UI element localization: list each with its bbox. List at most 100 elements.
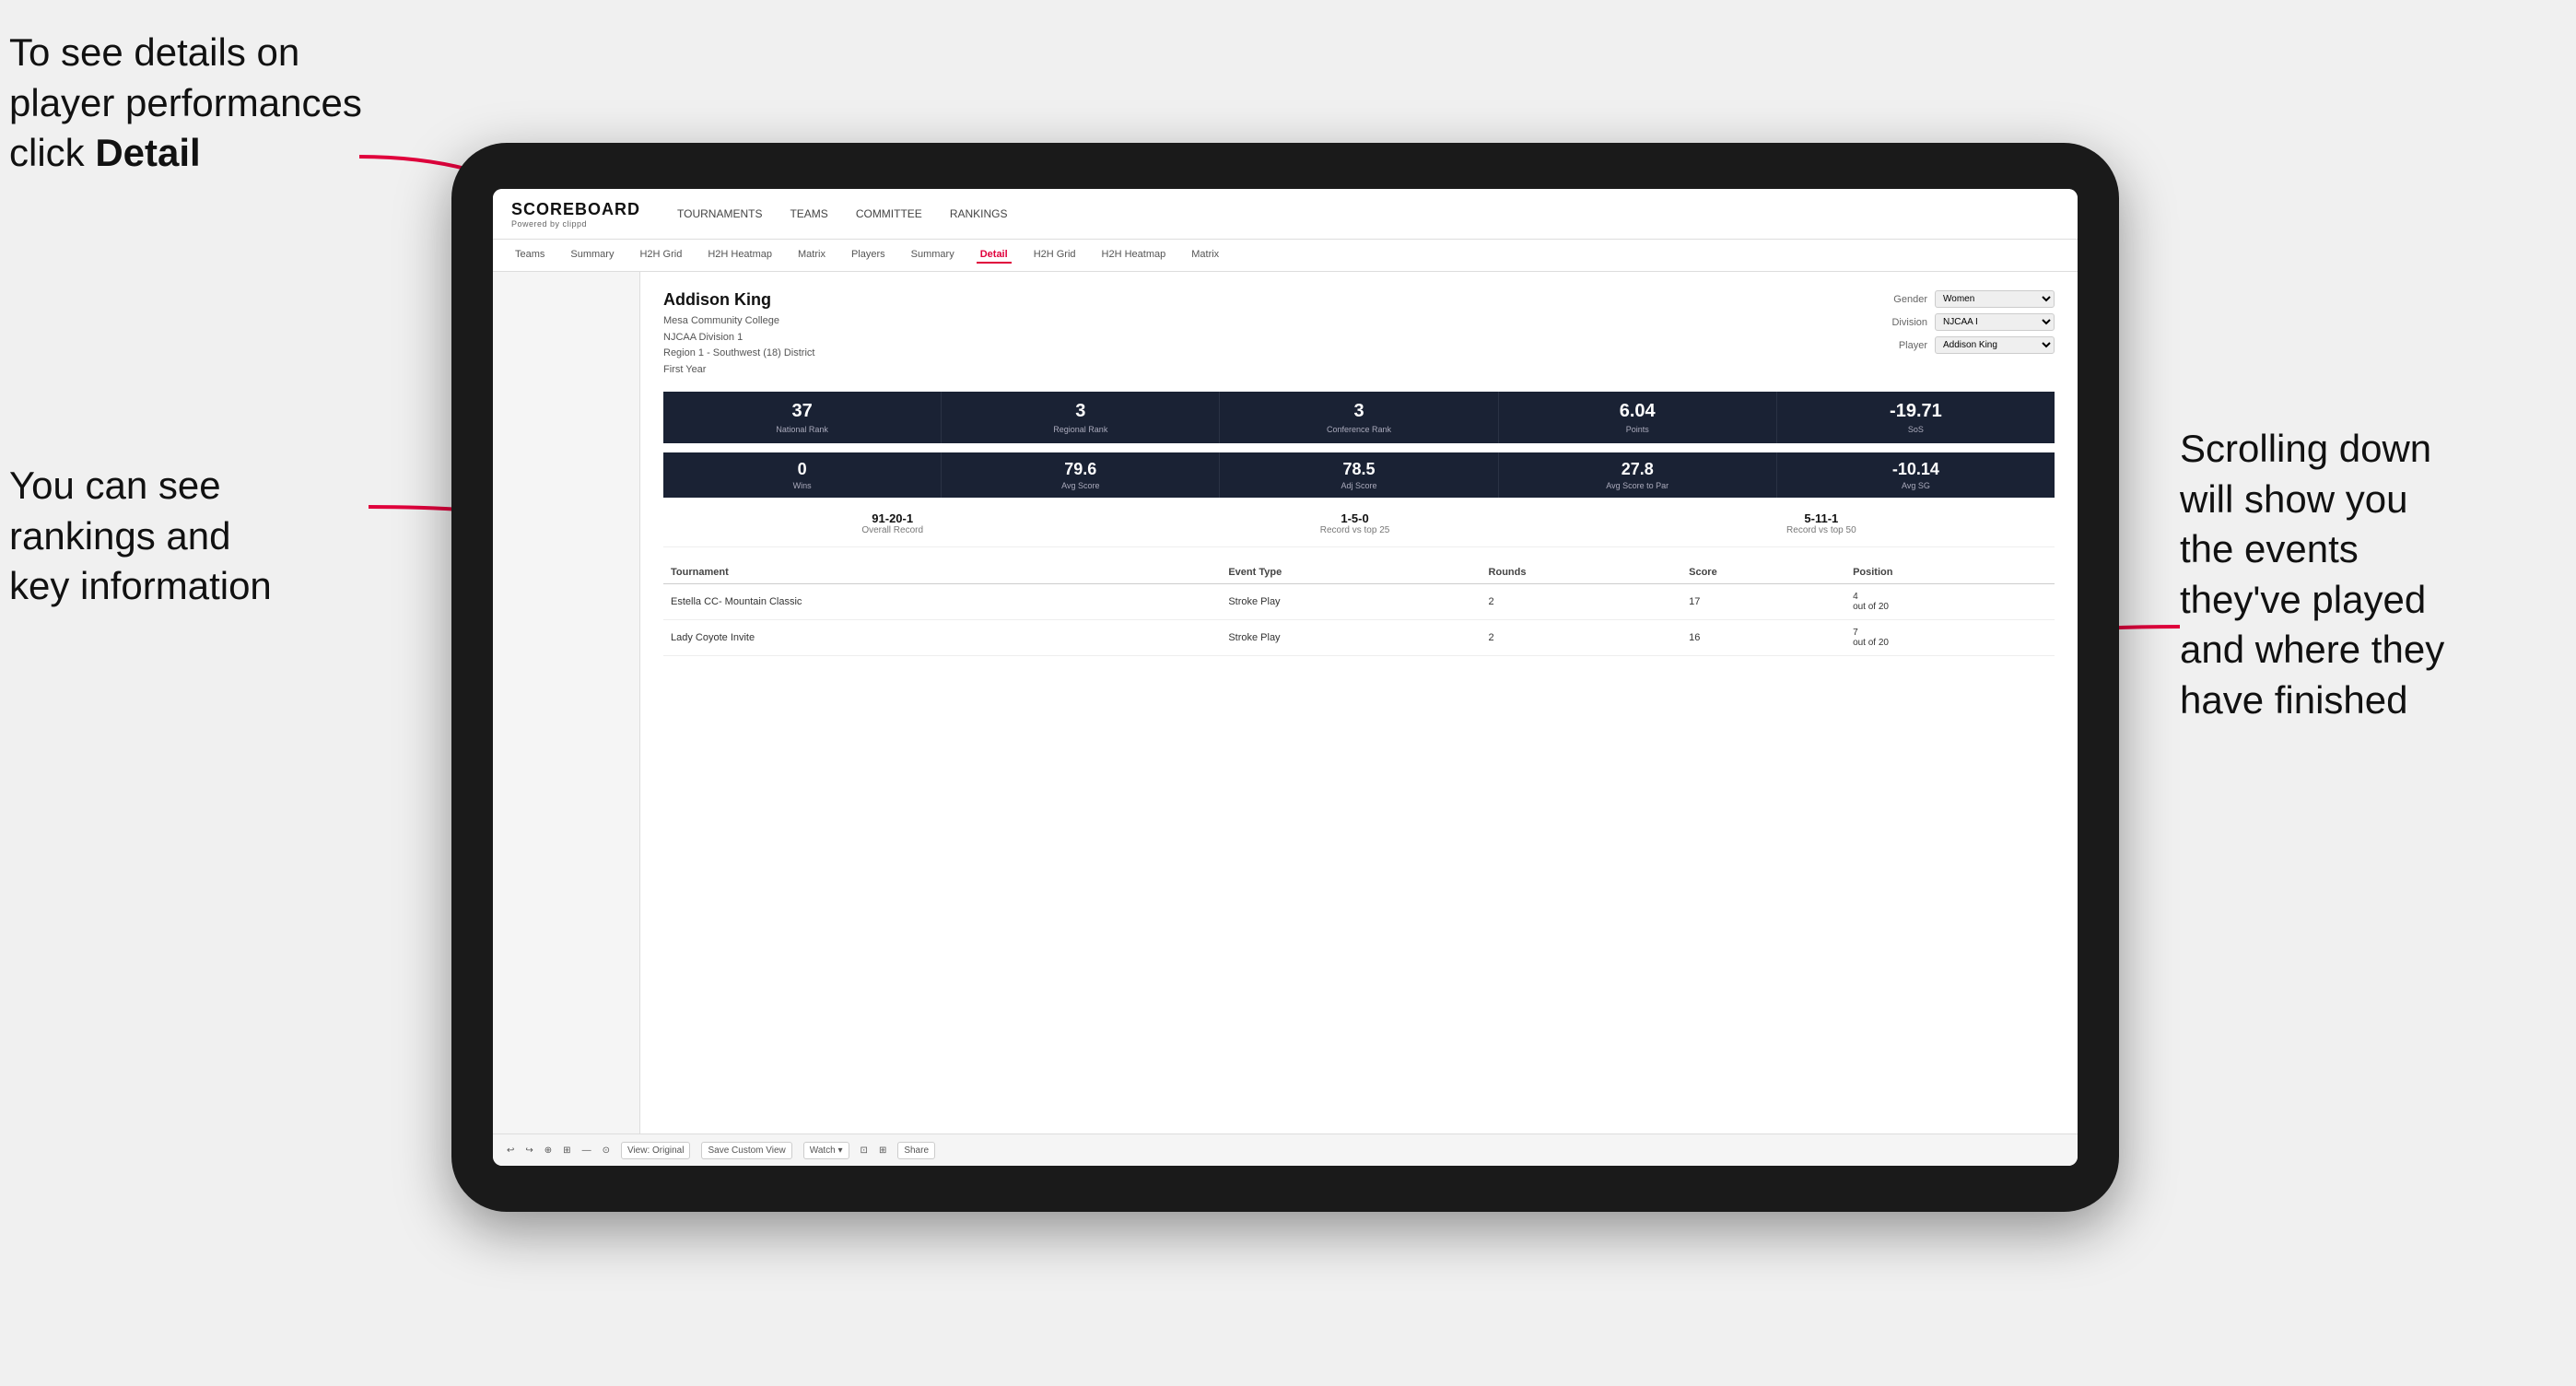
annotation-text-8: they've played [2180,578,2426,621]
player-year: First Year [663,362,814,379]
stats-row-2: 0 Wins 79.6 Avg Score 78.5 Adj Score 27.… [663,452,2055,498]
control-gender: Gender Women [1872,290,2055,308]
toolbar-save-custom[interactable]: Save Custom View [701,1142,791,1159]
toolbar-icon-3[interactable]: — [582,1145,591,1156]
nav-committee[interactable]: COMMITTEE [856,206,922,222]
player-controls: Gender Women Division NJCAA I [1872,290,2055,378]
toolbar-icon-6[interactable]: ⊞ [879,1145,886,1156]
toolbar-watch-label: Watch ▾ [810,1145,843,1156]
nav-menu[interactable]: TOURNAMENTS TEAMS COMMITTEE RANKINGS [677,206,1007,222]
col-tournament: Tournament [663,561,1221,584]
tab-matrix2[interactable]: Matrix [1188,247,1223,264]
tab-summary2[interactable]: Summary [907,247,958,264]
annotation-text-2: You can see [9,464,221,507]
annotation-text-3: rankings and [9,514,231,558]
annotation-text-9: and where they [2180,628,2444,671]
cell-rounds-1: 2 [1481,584,1682,620]
toolbar-save-label: Save Custom View [708,1145,785,1156]
tab-teams[interactable]: Teams [511,247,548,264]
stat-avg-score-par: 27.8 Avg Score to Par [1499,452,1777,498]
stat-national-rank: 37 National Rank [663,392,942,443]
control-division: Division NJCAA I [1872,313,2055,331]
annotation-text-10: have finished [2180,678,2408,722]
stat-avg-sg: -10.14 Avg SG [1777,452,2055,498]
stat-sos: -19.71 SoS [1777,392,2055,443]
stat-conference-rank: 3 Conference Rank [1220,392,1498,443]
division-label: Division [1872,317,1927,328]
col-position: Position [1845,561,2055,584]
main-content: Addison King Mesa Community College NJCA… [493,272,2078,1133]
player-division: NJCAA Division 1 [663,330,814,346]
cell-position-2: 7out of 20 [1845,620,2055,656]
player-select[interactable]: Addison King [1935,336,2055,354]
player-info: Addison King Mesa Community College NJCA… [663,290,814,378]
right-content: Addison King Mesa Community College NJCA… [640,272,2078,1133]
tablet-screen: SCOREBOARD Powered by clippd TOURNAMENTS… [493,189,2078,1166]
nav-teams[interactable]: TEAMS [790,206,827,222]
col-rounds: Rounds [1481,561,1682,584]
toolbar-watch[interactable]: Watch ▾ [803,1142,849,1159]
logo-sub: Powered by clippd [511,219,640,229]
toolbar-icon-5[interactable]: ⊡ [861,1145,868,1156]
stat-regional-rank: 3 Regional Rank [942,392,1220,443]
toolbar-icon-1[interactable]: ⊕ [544,1145,552,1156]
tab-h2h-heatmap2[interactable]: H2H Heatmap [1098,247,1170,264]
annotation-bottom-left: You can see rankings and key information [9,461,359,612]
toolbar-view-original[interactable]: View: Original [621,1142,691,1159]
logo-main: SCOREBOARD [511,200,640,219]
cell-score-1: 17 [1681,584,1845,620]
tab-players[interactable]: Players [848,247,889,264]
toolbar-share-label: Share [904,1145,929,1156]
control-player: Player Addison King [1872,336,2055,354]
table-row: Lady Coyote Invite Stroke Play 2 16 7out… [663,620,2055,656]
table-row: Estella CC- Mountain Classic Stroke Play… [663,584,2055,620]
division-select[interactable]: NJCAA I [1935,313,2055,331]
cell-score-2: 16 [1681,620,1845,656]
tab-summary[interactable]: Summary [567,247,617,264]
tablet: SCOREBOARD Powered by clippd TOURNAMENTS… [451,143,2119,1212]
record-overall: 91-20-1 Overall Record [861,511,923,535]
sub-nav: Teams Summary H2H Grid H2H Heatmap Matri… [493,240,2078,272]
nav-tournaments[interactable]: TOURNAMENTS [677,206,762,222]
annotation-bold: Detail [95,131,200,174]
stats-row-1: 37 National Rank 3 Regional Rank 3 Confe… [663,392,2055,443]
tournament-table: Tournament Event Type Rounds Score Posit… [663,561,2055,656]
annotation-text-7: the events [2180,527,2359,570]
col-event-type: Event Type [1221,561,1481,584]
cell-event-1: Stroke Play [1221,584,1481,620]
col-score: Score [1681,561,1845,584]
scoreboard-logo: SCOREBOARD Powered by clippd [511,200,640,229]
player-header: Addison King Mesa Community College NJCA… [663,290,2055,378]
gender-select[interactable]: Women [1935,290,2055,308]
tab-h2h-grid2[interactable]: H2H Grid [1030,247,1080,264]
stat-avg-score: 79.6 Avg Score [942,452,1220,498]
cell-tournament-2: Lady Coyote Invite [663,620,1221,656]
cell-tournament-1: Estella CC- Mountain Classic [663,584,1221,620]
toolbar-icon-4[interactable]: ⊙ [603,1145,610,1156]
nav-rankings[interactable]: RANKINGS [950,206,1008,222]
stat-wins: 0 Wins [663,452,942,498]
record-row: 91-20-1 Overall Record 1-5-0 Record vs t… [663,511,2055,547]
toolbar-share[interactable]: Share [897,1142,935,1159]
toolbar-icon-2[interactable]: ⊞ [563,1145,570,1156]
cell-rounds-2: 2 [1481,620,1682,656]
cell-position-1: 4out of 20 [1845,584,2055,620]
tab-detail[interactable]: Detail [977,247,1012,264]
annotation-top-left: To see details on player performances cl… [9,28,396,179]
toolbar-undo[interactable]: ↩ [507,1145,514,1156]
tab-h2h-heatmap[interactable]: H2H Heatmap [704,247,776,264]
toolbar-view-label: View: Original [627,1145,685,1156]
player-region: Region 1 - Southwest (18) District [663,346,814,362]
gender-label: Gender [1872,294,1927,305]
annotation-text-6: will show you [2180,477,2407,521]
bottom-toolbar: ↩ ↪ ⊕ ⊞ — ⊙ View: Original Save Custom V… [493,1133,2078,1166]
left-panel [493,272,640,1133]
player-school: Mesa Community College [663,313,814,330]
stat-adj-score: 78.5 Adj Score [1220,452,1498,498]
tab-h2h-grid[interactable]: H2H Grid [636,247,685,264]
toolbar-redo[interactable]: ↪ [525,1145,533,1156]
annotation-text-4: key information [9,564,272,607]
player-name: Addison King [663,290,814,310]
tab-matrix[interactable]: Matrix [794,247,829,264]
app-header: SCOREBOARD Powered by clippd TOURNAMENTS… [493,189,2078,240]
